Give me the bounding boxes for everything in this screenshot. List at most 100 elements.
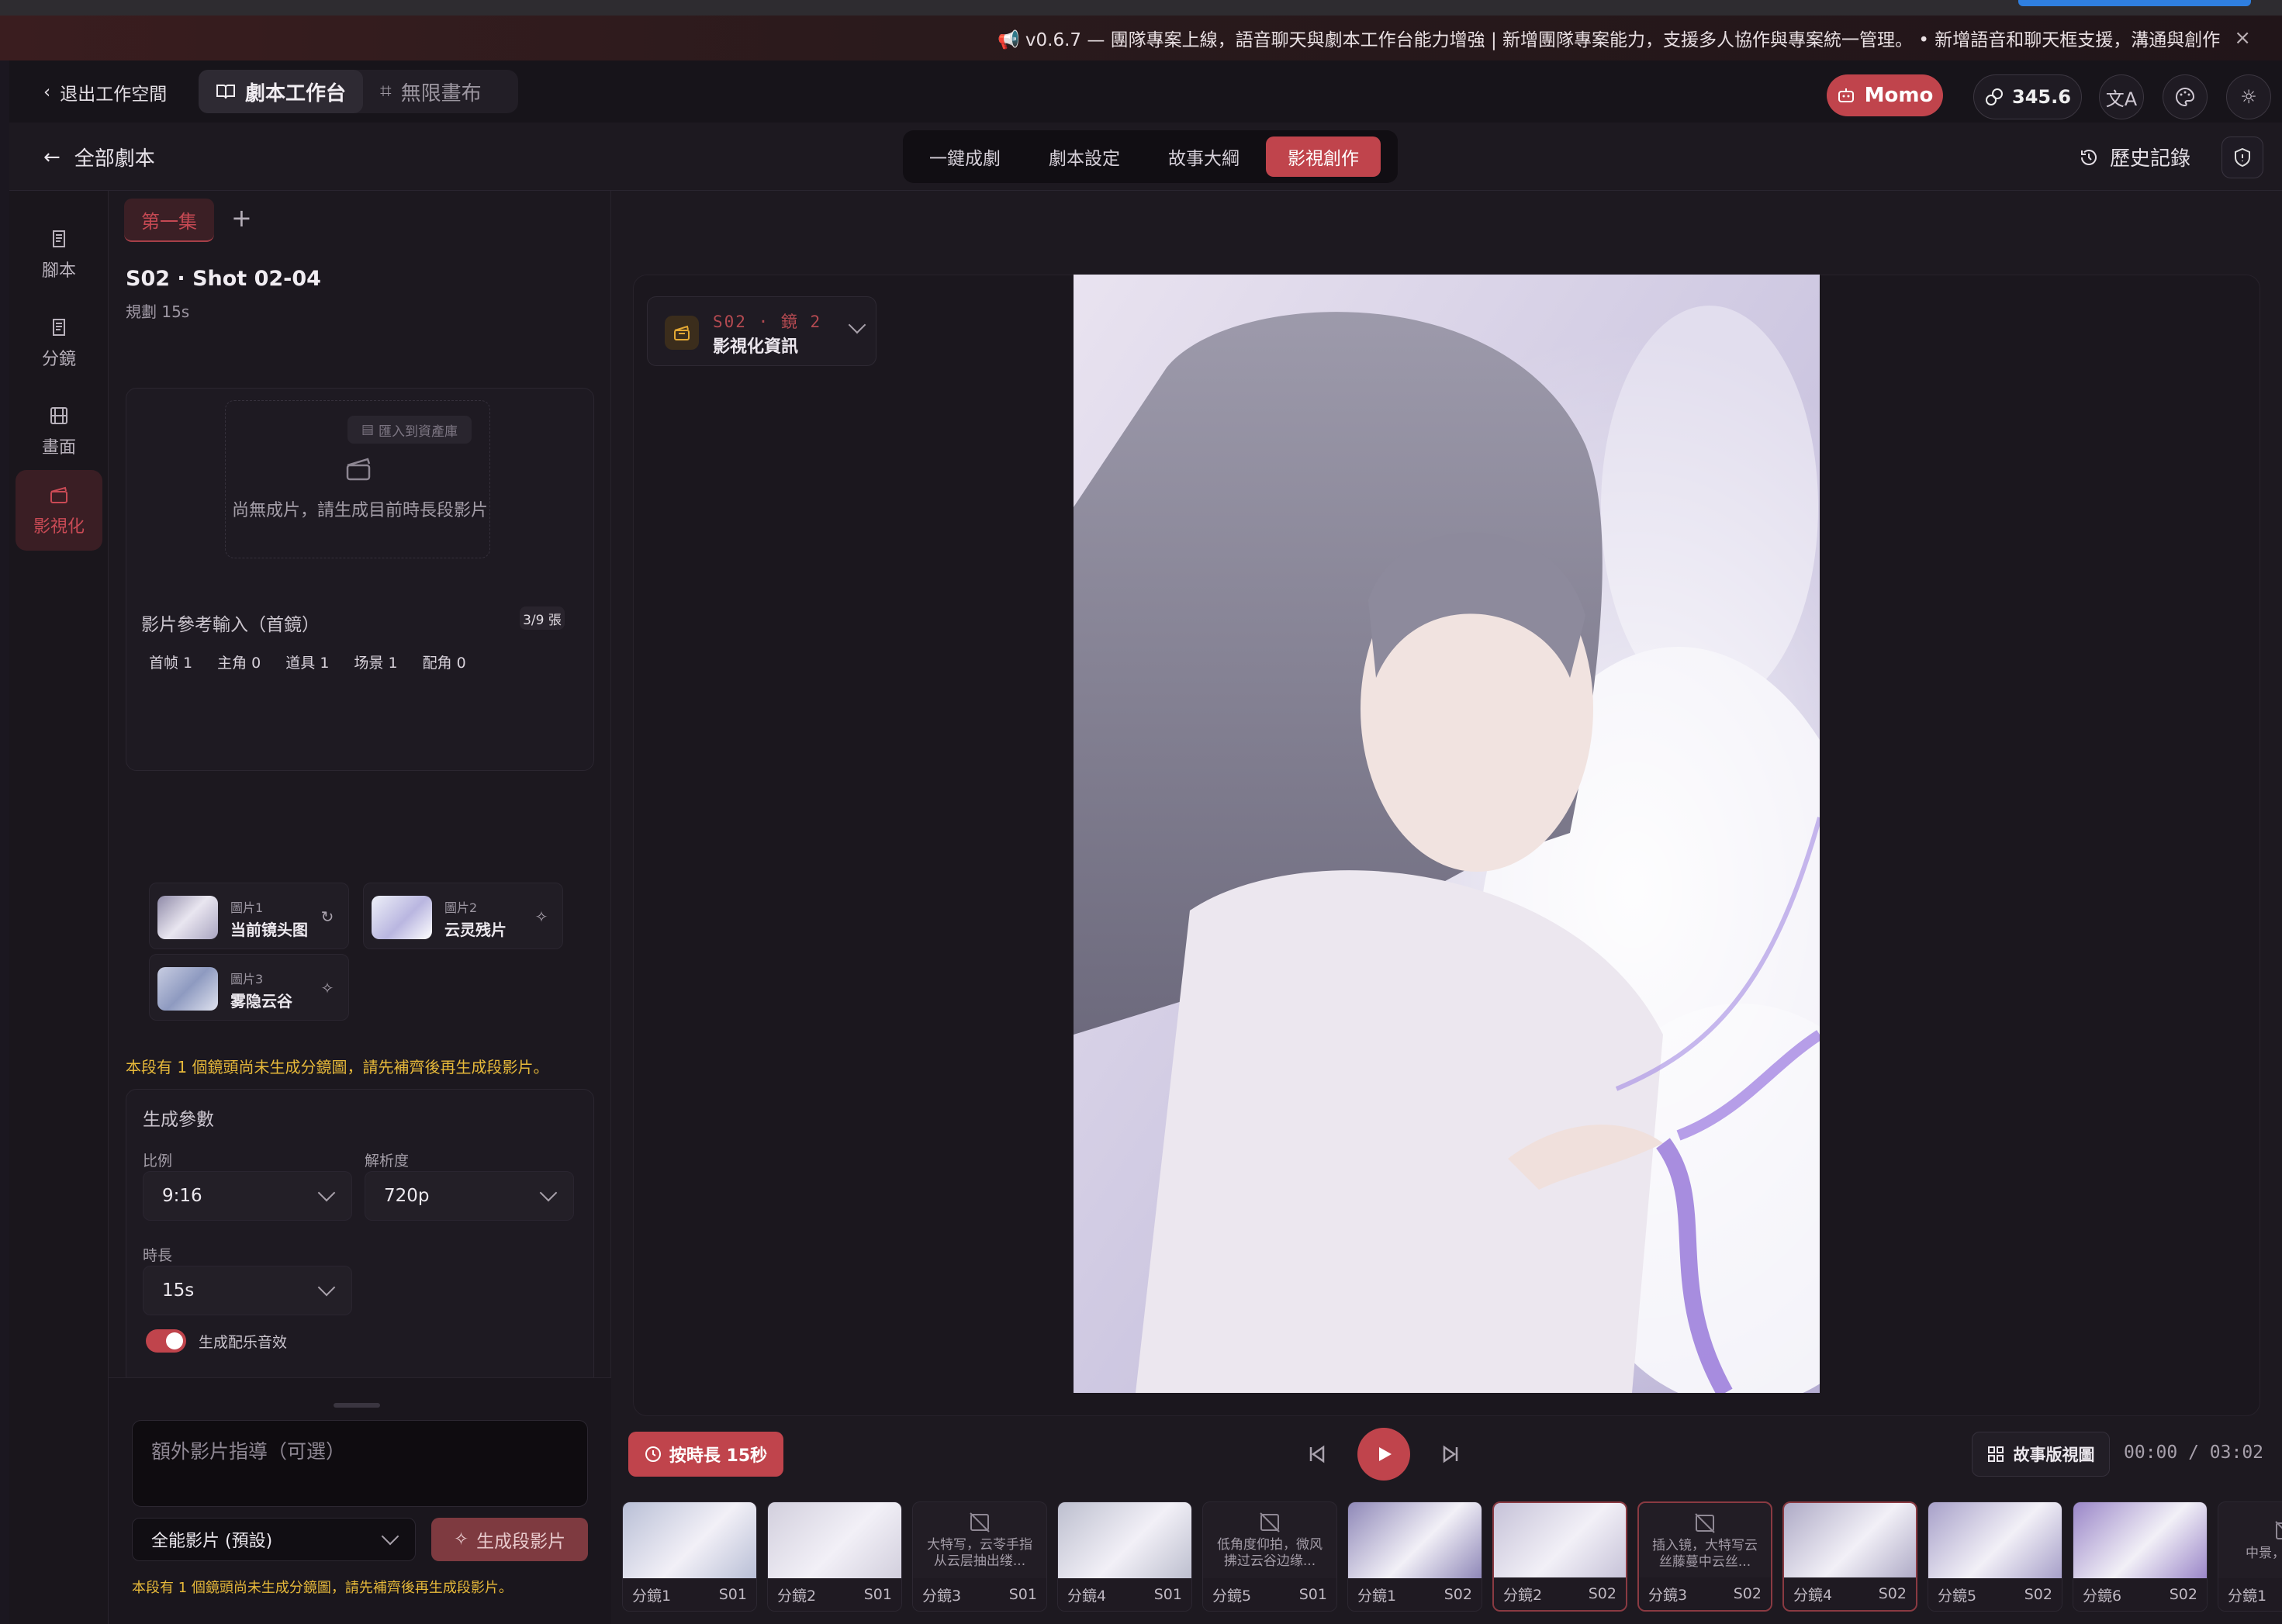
credits-balance[interactable]: 345.6: [1973, 74, 2082, 119]
reference-item[interactable]: 圖片3 雾隐云谷 ✧: [149, 954, 349, 1021]
security-button[interactable]: [2221, 136, 2263, 178]
ratio-select[interactable]: 9:16: [143, 1171, 352, 1221]
frame-label: 分鏡3: [922, 1587, 962, 1605]
import-to-asset-library-button[interactable]: ▤ 匯入到資產庫: [347, 416, 472, 444]
tab-script-workbench[interactable]: 劇本工作台: [199, 70, 364, 113]
category-protagonist[interactable]: 主角 0: [217, 651, 261, 672]
category-first-frame[interactable]: 首帧 1: [149, 651, 192, 672]
storyboard-view-label: 故事版視圖: [2013, 1446, 2095, 1464]
reference-label: 圖片2: [444, 900, 478, 915]
storyboard-frame[interactable]: 分鏡4 S01: [1057, 1501, 1192, 1612]
frame-description: 插入镜，大特写云丝藤蔓中云丝...: [1652, 1538, 1758, 1570]
frame-scene: S02: [1878, 1585, 1907, 1602]
mode-one-click[interactable]: 一鍵成劇: [908, 136, 1022, 177]
chevron-down-icon: [317, 1183, 336, 1202]
category-scene[interactable]: 场景 1: [354, 651, 397, 672]
storyboard-frame[interactable]: 分鏡6 S02: [2073, 1501, 2208, 1612]
nav-item-script[interactable]: 腳本: [16, 214, 102, 295]
frame-placeholder: 低角度仰拍，微风拂过云谷边缘...: [1203, 1502, 1336, 1578]
resize-handle[interactable]: [334, 1403, 380, 1408]
frame-label: 分鏡2: [1503, 1586, 1543, 1604]
toggle-knob: [166, 1332, 183, 1349]
category-props[interactable]: 道具 1: [285, 651, 329, 672]
storyboard-frame[interactable]: 低角度仰拍，微风拂过云谷边缘... 分鏡5 S01: [1202, 1501, 1337, 1612]
storyboard-frame[interactable]: 分鏡2 S01: [767, 1501, 902, 1612]
nav-item-frames[interactable]: 畫面: [16, 391, 102, 472]
sparkle-icon[interactable]: ✧: [316, 976, 339, 1000]
frame-placeholder: 大特写，云苓手指从云层抽出缕...: [913, 1502, 1046, 1578]
mode-story-outline[interactable]: 故事大綱: [1146, 136, 1261, 177]
frame-footer: 分鏡5 S01: [1203, 1578, 1336, 1611]
episode-tab[interactable]: 第一集: [124, 199, 214, 242]
frame-scene: S01: [1298, 1586, 1327, 1603]
theme-palette-button[interactable]: [2163, 74, 2208, 119]
translate-button[interactable]: 文A: [2099, 74, 2144, 119]
shot-info-dropdown[interactable]: S02 · 鏡 2 影視化資訊: [647, 296, 876, 366]
mode-film-creation[interactable]: 影視創作: [1266, 136, 1381, 177]
video-guidance-input[interactable]: 額外影片指導（可選）: [132, 1420, 588, 1507]
browser-top-strip: [0, 0, 2282, 16]
add-episode-button[interactable]: +: [231, 203, 252, 233]
all-scripts-label: 全部劇本: [74, 147, 155, 171]
light-mode-button[interactable]: ☼: [2226, 74, 2271, 119]
browser-tab-indicator: [2018, 0, 2251, 6]
clapper-icon: [346, 458, 371, 481]
play-button[interactable]: [1357, 1428, 1410, 1481]
nav-label-script: 腳本: [41, 261, 76, 281]
app-bar: ‹ 退出工作空間 劇本工作台 ⌗ 無限畫布 Momo 345.6 文A ☼: [9, 60, 2282, 123]
music-toggle[interactable]: [146, 1329, 186, 1353]
storyboard-frame[interactable]: 分鏡1 S01: [622, 1501, 757, 1612]
arrow-left-icon: ←: [43, 145, 61, 169]
model-select[interactable]: 全能影片 (預設): [132, 1518, 416, 1561]
chevron-left-icon: ‹: [43, 82, 51, 102]
nav-item-storyboard[interactable]: 分鏡: [16, 302, 102, 383]
skip-back-icon[interactable]: [1306, 1443, 1328, 1465]
history-label: 歷史記錄: [2110, 147, 2191, 171]
history-button[interactable]: 歷史記錄: [2079, 143, 2190, 171]
frame-footer: 分鏡2 S02: [1494, 1577, 1626, 1610]
reference-item[interactable]: 圖片2 云灵残片 ✧: [363, 883, 563, 949]
announcement-marquee: 📢 v0.6.7 — 團隊專案上線，語音聊天與劇本工作台能力增強 | 新增團隊專…: [0, 16, 2282, 60]
frame-thumbnail: [1494, 1503, 1626, 1579]
nav-item-filming[interactable]: 影視化: [16, 470, 102, 551]
announcement-close-button[interactable]: ×: [2234, 26, 2251, 50]
exit-workspace-button[interactable]: ‹ 退出工作空間: [43, 79, 167, 105]
ratio-label: 比例: [143, 1152, 173, 1170]
video-preview-image[interactable]: [1074, 275, 1820, 1393]
palette-icon: [2176, 87, 2195, 107]
storyboard-frame[interactable]: 分鏡1 S02: [1347, 1501, 1482, 1612]
resolution-select[interactable]: 720p: [365, 1171, 574, 1221]
empty-clip-message: 尚無成片，請生成目前時長段影片: [231, 501, 488, 520]
duration-mode-button[interactable]: 按時長 15秒: [628, 1432, 783, 1477]
storyboard-frame[interactable]: 分鏡4 S02: [1782, 1501, 1917, 1612]
storyboard-frame[interactable]: 分鏡2 S02: [1492, 1501, 1627, 1612]
mode-script-settings[interactable]: 劇本設定: [1027, 136, 1142, 177]
frame-label: 分鏡1: [2228, 1587, 2267, 1605]
frame-scene: S01: [1008, 1586, 1037, 1603]
reference-item[interactable]: 圖片1 当前镜头图 ↻: [149, 883, 349, 949]
frame-label: 分鏡6: [2083, 1587, 2122, 1605]
all-scripts-back-button[interactable]: ← 全部劇本: [43, 143, 155, 171]
skip-forward-icon[interactable]: [1440, 1443, 1461, 1465]
history-icon: [2081, 149, 2097, 165]
tab-canvas-label: 無限畫布: [400, 81, 482, 105]
category-supporting[interactable]: 配角 0: [423, 651, 466, 672]
momo-assistant-button[interactable]: Momo: [1827, 74, 1943, 116]
refresh-icon[interactable]: ↻: [316, 905, 339, 928]
frame-scene: S02: [1444, 1586, 1472, 1603]
storyboard-frame[interactable]: 大特写，云苓手指从云层抽出缕... 分鏡3 S01: [912, 1501, 1047, 1612]
nav-label-frames: 畫面: [41, 438, 76, 458]
tab-infinite-canvas[interactable]: ⌗ 無限畫布: [363, 70, 499, 113]
generate-segment-button[interactable]: ✧ 生成段影片: [431, 1518, 588, 1561]
clock-icon: [645, 1446, 661, 1462]
storyboard-frame[interactable]: 插入镜，大特写云丝藤蔓中云丝... 分鏡3 S02: [1637, 1501, 1772, 1612]
robot-icon: [1838, 88, 1854, 102]
sparkle-icon[interactable]: ✧: [530, 905, 553, 928]
storyboard-view-button[interactable]: 故事版視圖: [1972, 1432, 2110, 1477]
image-off-icon: [1695, 1513, 1715, 1533]
storyboard-frame[interactable]: 分鏡5 S02: [1928, 1501, 2062, 1612]
duration-select[interactable]: 15s: [143, 1266, 352, 1315]
scroll-icon: [53, 319, 65, 336]
frame-footer: 分鏡4 S01: [1058, 1578, 1191, 1611]
storyboard-frame[interactable]: 中景，來將旋分鏡1: [2218, 1501, 2282, 1612]
